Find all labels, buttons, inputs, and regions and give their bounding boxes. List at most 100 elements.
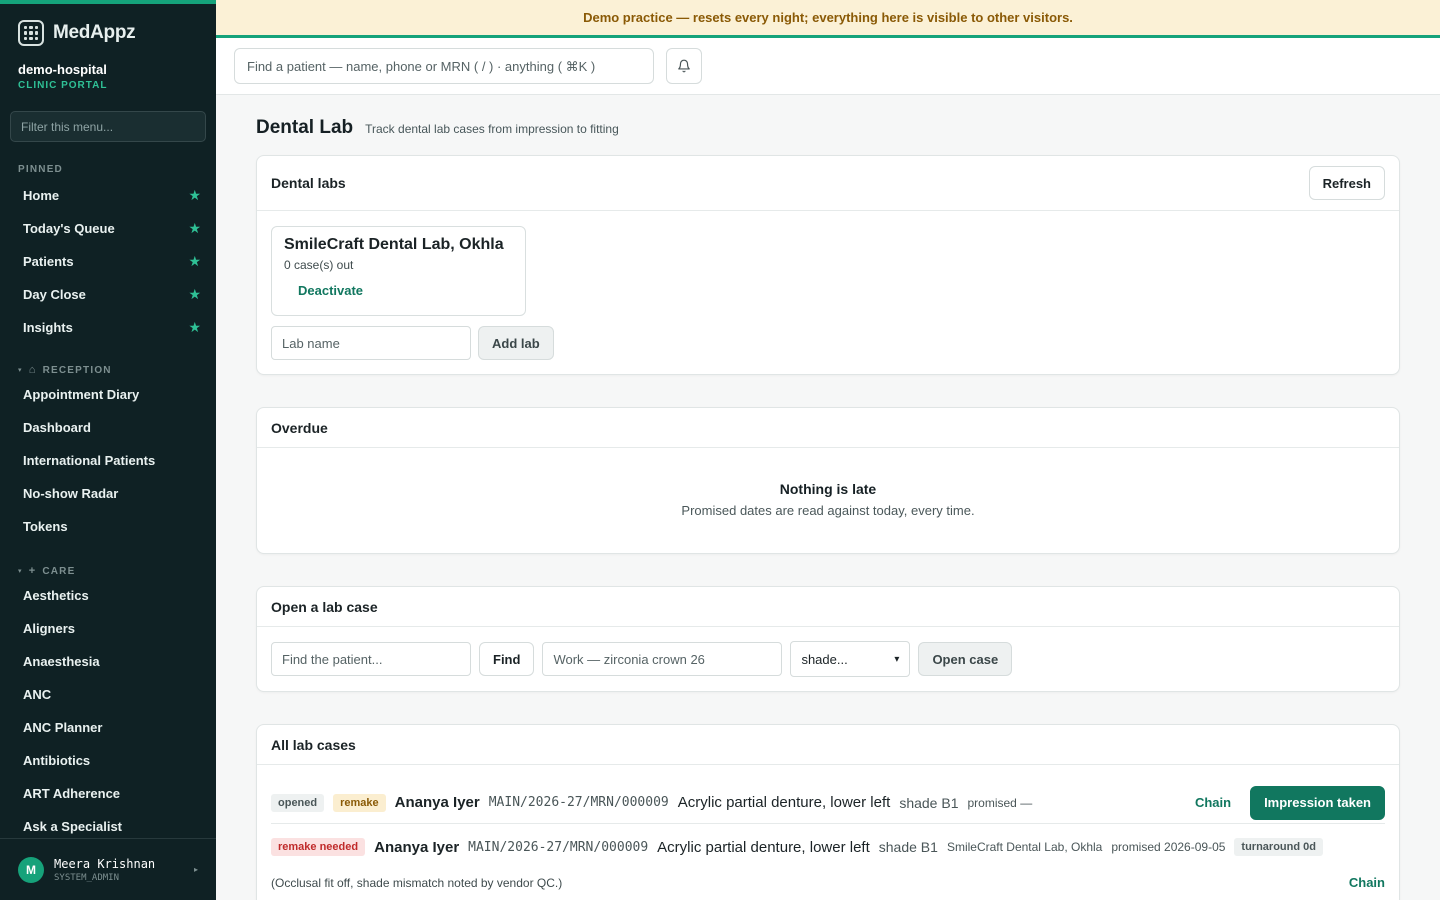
sidebar-item-aesthetics[interactable]: Aesthetics [0,579,216,612]
chain-link[interactable]: Chain [1349,875,1385,890]
add-lab-button[interactable]: Add lab [478,326,554,360]
bell-icon [678,59,690,73]
lab-name: SmileCraft Dental Lab, Okhla [946,840,1103,854]
shade-select-value: shade... [801,651,848,667]
patient-find-input[interactable] [271,642,471,676]
nav-label: ANC [23,687,52,702]
patient-search-input[interactable] [234,48,654,84]
nav-label: Ask a Specialist [23,819,122,834]
demo-banner: Demo practice — resets every night; ever… [216,0,1440,38]
sidebar-item-anc[interactable]: ANC [0,678,216,711]
open-lab-case-card: Open a lab case Find shade... ▾ Open cas… [256,586,1400,692]
overdue-card: Overdue Nothing is late Promised dates a… [256,407,1400,554]
dental-labs-card: Dental labs Refresh SmileCraft Dental La… [256,155,1400,375]
patient-mrn: MAIN/2026-27/MRN/000009 [488,795,669,810]
nav-label: Home [23,188,60,203]
sidebar-item-international-patients[interactable]: International Patients [0,444,216,477]
star-icon[interactable]: ★ [188,253,201,270]
shade-value: shade B1 [899,794,959,811]
nav-label: No-show Radar [23,486,119,501]
status-badge: remake needed [271,838,366,856]
sidebar-item-aligners[interactable]: Aligners [0,612,216,645]
avatar: M [18,856,44,883]
star-icon[interactable]: ★ [188,319,201,336]
card-header: Overdue [257,408,1399,448]
promised-date: promised — [967,795,1033,810]
lab-card: SmileCraft Dental Lab, Okhla 0 case(s) o… [271,226,526,316]
demo-banner-text: Demo practice — resets every night; ever… [583,10,1073,25]
sidebar-item-dashboard[interactable]: Dashboard [0,411,216,444]
work-description: Acrylic partial denture, lower left [677,794,891,811]
lab-name: SmileCraft Dental Lab, Okhla [284,236,504,253]
card-title: All lab cases [271,736,356,753]
star-icon[interactable]: ★ [188,187,201,204]
star-icon[interactable]: ★ [188,220,201,237]
nav-label: International Patients [23,453,156,468]
nav-label: Aesthetics [23,588,89,603]
card-title: Overdue [271,419,328,436]
reception-section-toggle[interactable]: ▾ ⌂ RECEPTION [0,364,216,376]
app-logo-icon [18,20,44,46]
sidebar-item-appointment-diary[interactable]: Appointment Diary [0,378,216,411]
user-menu[interactable]: M Meera Krishnan SYSTEM_ADMIN ▸ [0,838,216,900]
nav-label: Dashboard [23,420,91,435]
shade-value: shade B1 [878,839,938,855]
status-badge: opened [271,793,325,812]
card-title: Open a lab case [271,598,378,615]
sidebar-item-art-adherence[interactable]: ART Adherence [0,777,216,810]
menu-filter-input[interactable] [10,111,206,142]
org-info: demo-hospital CLINIC PORTAL [0,48,216,91]
case-note-row: (Occlusal fit off, shade mismatch noted … [271,875,1385,890]
sidebar-item-todays-queue[interactable]: Today's Queue ★ [0,212,216,245]
lab-name-input[interactable] [271,326,471,360]
star-icon[interactable]: ★ [188,286,201,303]
notifications-button[interactable] [666,48,702,84]
card-title: Dental labs [271,175,346,191]
nav-label: Aligners [23,621,76,636]
sidebar-item-anaesthesia[interactable]: Anaesthesia [0,645,216,678]
nav-label: Insights [23,320,73,335]
sidebar-item-patients[interactable]: Patients ★ [0,245,216,278]
open-case-button[interactable]: Open case [918,642,1013,676]
care-section-toggle[interactable]: ▾ + CARE [0,565,216,577]
org-name: demo-hospital [18,62,107,77]
caret-down-icon: ▾ [18,367,23,374]
nav-label: ANC Planner [23,720,103,735]
patient-name[interactable]: Ananya Iyer [374,839,459,856]
brand[interactable]: MedAppz [0,4,216,48]
shade-select[interactable]: shade... ▾ [790,641,911,677]
table-row: opened remake Ananya Iyer MAIN/2026-27/M… [271,785,1385,824]
case-note: (Occlusal fit off, shade mismatch noted … [271,875,563,890]
chain-link[interactable]: Chain [1195,795,1231,810]
card-header: Open a lab case [257,587,1399,627]
sidebar-item-antibiotics[interactable]: Antibiotics [0,744,216,777]
impression-taken-button[interactable]: Impression taken [1250,785,1385,820]
sidebar-item-anc-planner[interactable]: ANC Planner [0,711,216,744]
work-description-input[interactable] [542,642,783,676]
sidebar-item-no-show-radar[interactable]: No-show Radar [0,477,216,510]
sidebar: MedAppz demo-hospital CLINIC PORTAL PINN… [0,0,216,900]
user-role: SYSTEM_ADMIN [54,872,120,883]
sidebar-item-tokens[interactable]: Tokens [0,510,216,543]
card-header: Dental labs Refresh [257,156,1399,211]
find-patient-button[interactable]: Find [479,642,535,676]
sidebar-item-home[interactable]: Home ★ [0,179,216,212]
deactivate-lab-link[interactable]: Deactivate [298,283,363,298]
all-lab-cases-card: All lab cases opened remake Ananya Iyer … [256,724,1400,900]
promised-date: promised 2026-09-05 [1111,840,1226,854]
patient-name[interactable]: Ananya Iyer [395,794,480,811]
page-header: Dental Lab Track dental lab cases from i… [256,117,1400,139]
chevron-down-icon: ▾ [894,653,900,665]
sidebar-item-day-close[interactable]: Day Close ★ [0,278,216,311]
topbar [216,38,1440,95]
refresh-button[interactable]: Refresh [1308,166,1385,200]
home-icon: ⌂ [28,364,37,376]
caret-icon: ▸ [193,865,198,874]
pinned-section-label: PINNED [18,164,63,175]
plus-icon: + [28,565,37,577]
nav-label: Patients [23,254,74,269]
sidebar-item-insights[interactable]: Insights ★ [0,311,216,344]
empty-title: Nothing is late [779,481,877,497]
work-description: Acrylic partial denture, lower left [657,838,870,856]
care-section-label: CARE [42,565,76,577]
